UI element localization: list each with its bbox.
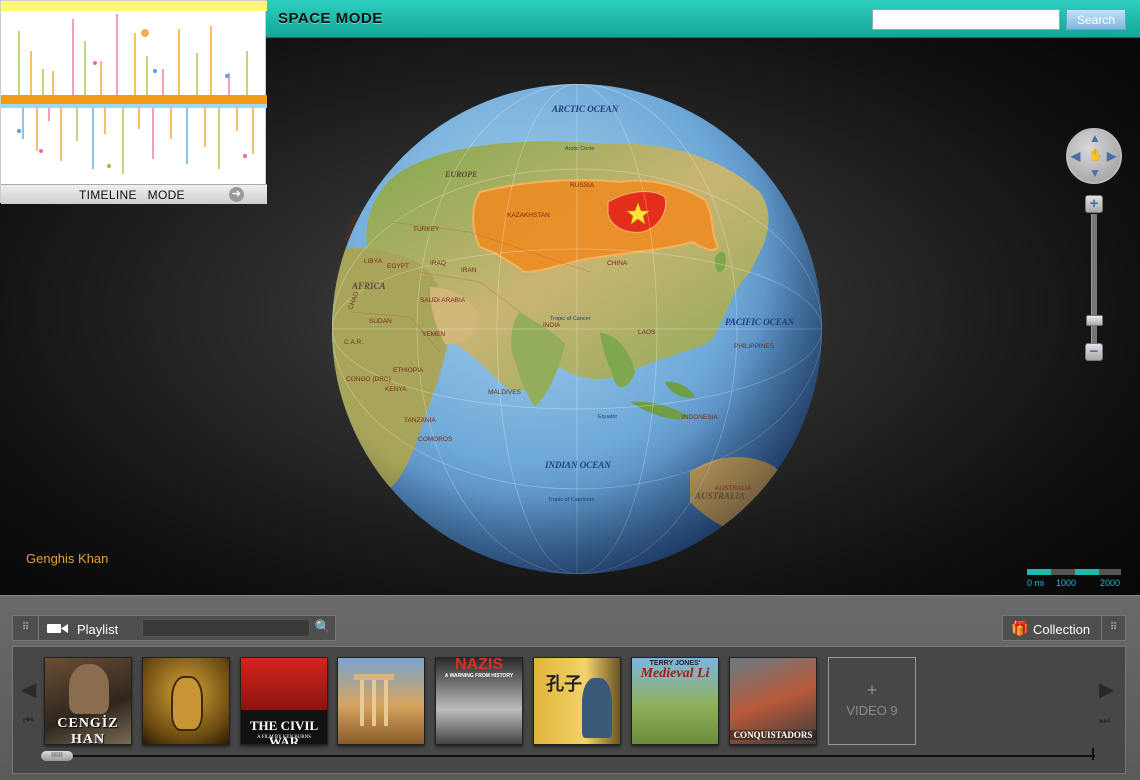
timeline-panel[interactable]: TIMELINE MODE ➜ (0, 0, 267, 204)
svg-text:Equator: Equator (598, 414, 617, 420)
pan-down-icon[interactable]: ▼ (1089, 166, 1101, 180)
thumbnail-subcaption: A FILM BY KEN BURNS (257, 735, 311, 740)
expand-handle-icon[interactable]: ⠿ (13, 616, 39, 640)
svg-text:KENYA: KENYA (385, 386, 407, 393)
svg-text:LAOS: LAOS (638, 329, 656, 336)
svg-text:PHILIPPINES: PHILIPPINES (734, 343, 775, 350)
video-thumbnail-nazis[interactable]: NAZIS A WARNING FROM HISTORY (435, 657, 523, 745)
collection-bar[interactable]: 🎁 Collection ⠿ (1002, 615, 1126, 641)
carousel-scroll-thumb[interactable]: IIIIII (41, 751, 73, 761)
svg-text:IRAQ: IRAQ (430, 260, 446, 267)
globe-map[interactable]: ARCTIC OCEAN PACIFIC OCEAN INDIAN OCEAN … (330, 82, 824, 576)
timeline-chart[interactable] (1, 11, 267, 184)
svg-text:COMOROS: COMOROS (418, 436, 453, 443)
playlist-bar: ⠿ Playlist 🔍 (12, 615, 336, 641)
label-africa: AFRICA (351, 281, 386, 291)
pan-up-icon[interactable]: ▲ (1089, 131, 1101, 145)
svg-text:LIBYA: LIBYA (364, 258, 383, 265)
person-label: Genghis Khan (26, 551, 109, 566)
pan-left-icon[interactable]: ◀ (1071, 149, 1080, 163)
svg-text:SUDAN: SUDAN (369, 318, 392, 325)
playlist-label: Playlist (77, 622, 119, 637)
thumbnail-caption: CONQUISTADORS (730, 730, 816, 740)
video-thumbnail-cengiz-han[interactable]: CENGİZ HAN (44, 657, 132, 745)
playlist-search-input[interactable] (142, 619, 310, 637)
zoom-in-button[interactable]: + (1085, 195, 1103, 213)
svg-text:Arctic Circle: Arctic Circle (565, 146, 594, 152)
label-europe: EUROPE (444, 170, 477, 179)
zoom-out-button[interactable]: − (1085, 343, 1103, 361)
svg-text:Tropic of Cancer: Tropic of Cancer (550, 316, 591, 322)
video-thumbnail-confucius[interactable]: 孔子 (533, 657, 621, 745)
timeline-highlight-band (1, 1, 267, 11)
thumbnail-subcaption: A WARNING FROM HISTORY (444, 673, 514, 679)
scale-label-1000: 1000 (1056, 578, 1077, 588)
skip-last-icon[interactable]: ⏭ (1099, 713, 1110, 728)
hand-icon[interactable]: ✋ (1088, 148, 1103, 162)
svg-text:EGYPT: EGYPT (387, 263, 409, 270)
search-button[interactable]: Search (1066, 9, 1126, 30)
previous-arrow-icon[interactable]: ◀ (21, 677, 36, 702)
svg-text:KAZAKHSTAN: KAZAKHSTAN (507, 212, 550, 219)
video-thumbnail-civil-war[interactable]: THE CIVIL WAR A FILM BY KEN BURNS (240, 657, 328, 745)
add-video-slot[interactable]: + VIDEO 9 (828, 657, 916, 745)
svg-text:RUSSIA: RUSSIA (570, 182, 595, 189)
pan-right-icon[interactable]: ▶ (1107, 149, 1116, 163)
label-australia: AUSTRALIA (694, 491, 745, 501)
skip-first-icon[interactable]: ⏮ (23, 713, 34, 728)
search-icon[interactable]: 🔍 (313, 619, 333, 637)
add-video-label: VIDEO 9 (846, 703, 898, 718)
next-arrow-icon[interactable]: ▶ (1099, 677, 1114, 702)
video-carousel: ◀ ⏮ CENGİZ HAN THE CIVIL WAR A FILM BY K… (12, 646, 1126, 774)
gift-icon: 🎁 (1011, 620, 1029, 636)
thumbnail-caption: CENGİZ HAN (57, 716, 119, 745)
label-pacific-ocean: PACIFIC OCEAN (725, 317, 795, 327)
space-mode-title: SPACE MODE (278, 10, 383, 27)
svg-text:TURKEY: TURKEY (413, 226, 440, 233)
svg-text:CONGO (DRC): CONGO (DRC) (346, 376, 391, 383)
video-camera-icon (47, 624, 68, 633)
scale-label-0: 0 mi (1027, 578, 1045, 588)
timeline-footer: TIMELINE MODE ➜ (1, 184, 267, 204)
svg-text:SAUDI ARABIA: SAUDI ARABIA (420, 297, 466, 304)
arrow-right-icon[interactable]: ➜ (229, 187, 244, 202)
thumbnail-caption: NAZIS (455, 657, 503, 673)
expand-handle-icon[interactable]: ⠿ (1101, 616, 1125, 640)
svg-text:C.A.R.: C.A.R. (344, 339, 363, 346)
svg-text:YEMEN: YEMEN (422, 331, 445, 338)
video-thumbnail-medieval-lives[interactable]: TERRY JONES' Medieval Li (631, 657, 719, 745)
video-thumbnail-conquistadors[interactable]: CONQUISTADORS (729, 657, 817, 745)
collection-label[interactable]: Collection (1033, 622, 1090, 637)
plus-icon: + (866, 680, 878, 700)
scale-label-2000: 2000 (1100, 578, 1121, 588)
svg-text:ETHIOPIA: ETHIOPIA (393, 367, 424, 374)
svg-text:INDIA: INDIA (543, 322, 561, 329)
video-thumbnail-roman-forum[interactable] (337, 657, 425, 745)
search-input[interactable] (872, 9, 1060, 30)
timeline-mode-label: TIMELINE MODE (79, 188, 185, 202)
video-thumbnail-pharaoh[interactable] (142, 657, 230, 745)
svg-text:MALDIVES: MALDIVES (488, 389, 522, 396)
map-scale-bar (1027, 569, 1121, 575)
svg-text:AUSTRALIA: AUSTRALIA (715, 485, 752, 492)
label-arctic-ocean: ARCTIC OCEAN (551, 104, 619, 114)
svg-text:Tropic of Capricorn: Tropic of Capricorn (548, 497, 595, 503)
carousel-scroll-end (1092, 748, 1094, 760)
svg-text:TANZANIA: TANZANIA (404, 417, 436, 424)
zoom-slider-handle[interactable] (1086, 315, 1103, 326)
pan-control[interactable]: ▲ ◀ ✋ ▶ ▼ (1066, 128, 1122, 184)
thumbnail-caption: Medieval Li (640, 666, 710, 681)
thumbnail-caption: THE CIVIL WAR (249, 718, 319, 745)
top-header-bar: SPACE MODE Search (266, 0, 1140, 38)
carousel-scroll-track[interactable] (41, 755, 1095, 757)
svg-text:INDONESIA: INDONESIA (682, 414, 718, 421)
svg-text:IRAN: IRAN (461, 267, 477, 274)
svg-text:CHINA: CHINA (607, 260, 628, 267)
bottom-panel: ⠿ Playlist 🔍 🎁 Collection ⠿ ◀ ⏮ CENGİZ H… (0, 595, 1140, 780)
label-indian-ocean: INDIAN OCEAN (544, 460, 611, 470)
map-stage[interactable]: ARCTIC OCEAN PACIFIC OCEAN INDIAN OCEAN … (0, 0, 1140, 595)
